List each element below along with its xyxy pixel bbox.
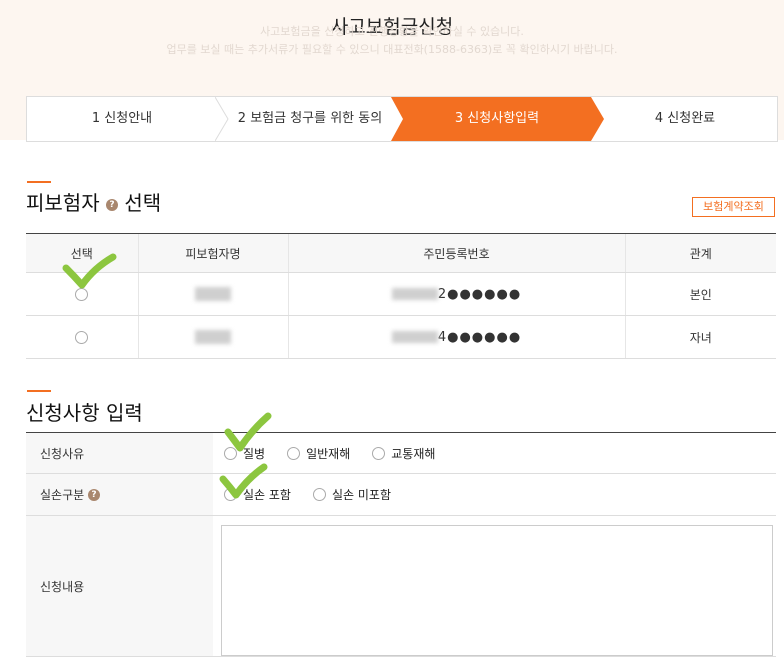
radio[interactable] <box>312 488 326 501</box>
radio[interactable] <box>372 446 386 460</box>
loss-option-include[interactable]: 실손 포함 <box>224 486 291 503</box>
reason-label: 신청사유 <box>26 433 213 473</box>
insured-section-title: 피보험자 ? 선택 <box>26 187 161 216</box>
notice-line-1: 사고보험금을 신청하고 진행상황을 확인하실 수 있습니다. <box>260 25 524 38</box>
select-radio-1[interactable] <box>75 288 89 301</box>
question-icon[interactable]: ? <box>88 488 100 501</box>
loss-options: 실손 포함 실손 미포함 <box>214 474 776 515</box>
radio[interactable] <box>287 446 301 460</box>
rrn-masked: 4●●●●●● <box>437 329 522 345</box>
question-icon[interactable]: ? <box>105 198 118 211</box>
step-4: 4 신청완료 <box>654 111 716 126</box>
contract-lookup-button[interactable]: 보험계약조회 <box>692 197 775 217</box>
loss-label: 실손구분 ? <box>26 474 213 515</box>
table-header: 선택 피보험자명 주민등록번호 관계 <box>26 233 776 273</box>
rrn-redacted <box>391 288 438 300</box>
content-label: 신청내용 <box>26 516 213 656</box>
select-radio-2[interactable] <box>75 331 89 344</box>
reason-option-traffic[interactable]: 교통재해 <box>372 445 435 462</box>
table-row: 2●●●●●● 본인 <box>26 272 776 316</box>
loss-option-exclude[interactable]: 실손 미포함 <box>312 486 391 503</box>
loss-row: 실손구분 ? 실손 포함 실손 미포함 <box>26 474 776 516</box>
step-3-active: 3 신청사항입력 <box>403 97 591 141</box>
name-redacted <box>195 287 231 302</box>
section-accent-bar <box>27 390 51 392</box>
col-relation: 관계 <box>624 233 776 273</box>
radio[interactable] <box>224 488 237 501</box>
section-accent-bar <box>27 181 51 183</box>
rrn-masked: 2●●●●●● <box>437 286 522 302</box>
notice-line-2: 업무를 보실 때는 추가서류가 필요할 수 있으니 대표전화(1588-6363… <box>166 43 618 56</box>
radio[interactable] <box>224 446 237 460</box>
col-rrn: 주민등록번호 <box>287 233 625 273</box>
rrn-redacted <box>391 331 438 343</box>
step-2: 2 보험금 청구를 위한 동의 <box>237 111 383 126</box>
insured-title-suffix: 선택 <box>124 191 162 215</box>
step-1: 1 신청안내 <box>91 111 153 126</box>
reason-options: 질병 일반재해 교통재해 <box>214 433 776 473</box>
table-row: 4●●●●●● 자녀 <box>26 315 776 359</box>
reason-option-general[interactable]: 일반재해 <box>287 445 350 462</box>
step-active-left-notch <box>391 97 403 141</box>
reason-row: 신청사유 질병 일반재해 교통재해 <box>26 433 776 474</box>
col-select: 선택 <box>26 233 138 273</box>
relation-cell: 본인 <box>624 272 776 316</box>
col-name: 피보험자명 <box>137 233 288 273</box>
relation-cell: 자녀 <box>624 315 776 359</box>
name-redacted <box>195 330 231 345</box>
reason-option-disease[interactable]: 질병 <box>224 445 265 462</box>
insured-table: 선택 피보험자명 주민등록번호 관계 2●●●●●● 본인 4●●●●●● 자녀 <box>26 233 776 359</box>
apply-section-title: 신청사항 입력 <box>26 401 143 425</box>
content-textarea[interactable] <box>221 525 773 656</box>
step-indicator: 1 신청안내 2 보험금 청구를 위한 동의 3 신청사항입력 4 신청완료 <box>26 96 778 142</box>
insured-title-text: 피보험자 <box>26 191 100 215</box>
